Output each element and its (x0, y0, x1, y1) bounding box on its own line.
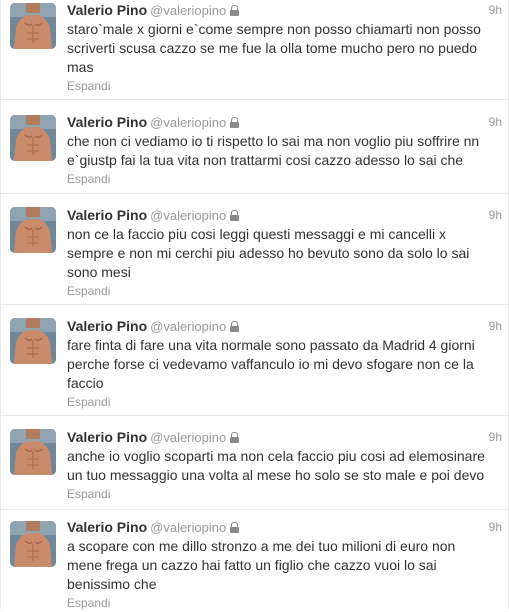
tweet-text: anche io voglio scoparti ma non cela fac… (67, 448, 485, 483)
tweet-text: non ce la faccio piu cosi leggi questi m… (67, 226, 470, 280)
tweet-header: Valerio Pino @valeriopino 9h (67, 205, 502, 225)
tweet-item[interactable]: Valerio Pino @valeriopino 9h anche io vog… (1, 417, 508, 510)
author-fullname[interactable]: Valerio Pino (67, 114, 147, 130)
tweet-item[interactable]: Valerio Pino @valeriopino 9h che non ci v… (1, 101, 508, 194)
tweet-timestamp[interactable]: 9h (489, 316, 502, 336)
tweet-item[interactable]: Valerio Pino @valeriopino 9h non ce la fa… (1, 195, 508, 305)
tweet-text: a scopare con me dillo stronzo a me dei … (67, 538, 456, 592)
author-username[interactable]: @valeriopino (150, 115, 226, 130)
avatar-image (10, 429, 56, 475)
tweet-text: che non ci vediamo io ti rispetto lo sai… (67, 133, 480, 168)
tweet-text: fare finta di fare una vita normale sono… (67, 337, 475, 391)
lock-icon (230, 117, 240, 128)
tweet-timestamp[interactable]: 9h (489, 427, 502, 447)
tweet-item[interactable]: Valerio Pino @valeriopino 9h a scopare co… (1, 511, 508, 612)
tweet-content: Valerio Pino @valeriopino 9h a scopare co… (67, 517, 502, 612)
author-username[interactable]: @valeriopino (150, 3, 226, 18)
avatar[interactable] (10, 115, 56, 161)
author-fullname[interactable]: Valerio Pino (67, 207, 147, 223)
expand-link[interactable]: Espandi (67, 487, 110, 501)
tweet-content: Valerio Pino @valeriopino 9h staro`male x… (67, 0, 502, 95)
expand-link[interactable]: Espandi (67, 79, 110, 93)
expand-link[interactable]: Espandi (67, 596, 110, 610)
avatar[interactable] (10, 3, 56, 49)
avatar[interactable] (10, 318, 56, 364)
lock-icon (230, 321, 240, 332)
tweet-content: Valerio Pino @valeriopino 9h fare finta d… (67, 316, 502, 411)
avatar-image (10, 207, 56, 253)
tweet-header: Valerio Pino @valeriopino 9h (67, 427, 502, 447)
expand-link[interactable]: Espandi (67, 284, 110, 298)
expand-link[interactable]: Espandi (67, 172, 110, 186)
tweet-content: Valerio Pino @valeriopino 9h anche io vog… (67, 427, 502, 503)
lock-icon (230, 5, 240, 16)
tweet-text: staro`male x giorni e`come sempre non po… (67, 21, 481, 75)
tweet-content: Valerio Pino @valeriopino 9h che non ci v… (67, 112, 502, 188)
avatar-image (10, 3, 56, 49)
tweet-header: Valerio Pino @valeriopino 9h (67, 0, 502, 20)
avatar[interactable] (10, 521, 56, 567)
tweet-content: Valerio Pino @valeriopino 9h non ce la fa… (67, 205, 502, 300)
author-fullname[interactable]: Valerio Pino (67, 2, 147, 18)
tweet-header: Valerio Pino @valeriopino 9h (67, 517, 502, 537)
lock-icon (230, 210, 240, 221)
tweet-timestamp[interactable]: 9h (489, 0, 502, 20)
avatar-image (10, 318, 56, 364)
expand-link[interactable]: Espandi (67, 395, 110, 409)
tweet-timeline: Valerio Pino @valeriopino 9h staro`male x… (0, 0, 509, 612)
avatar[interactable] (10, 429, 56, 475)
author-fullname[interactable]: Valerio Pino (67, 429, 147, 445)
avatar-image (10, 115, 56, 161)
tweet-header: Valerio Pino @valeriopino 9h (67, 316, 502, 336)
tweet-timestamp[interactable]: 9h (489, 205, 502, 225)
lock-icon (230, 432, 240, 443)
tweet-timestamp[interactable]: 9h (489, 517, 502, 537)
avatar[interactable] (10, 207, 56, 253)
author-username[interactable]: @valeriopino (150, 208, 226, 223)
author-username[interactable]: @valeriopino (150, 430, 226, 445)
tweet-header: Valerio Pino @valeriopino 9h (67, 112, 502, 132)
author-username[interactable]: @valeriopino (150, 520, 226, 535)
tweet-item[interactable]: Valerio Pino @valeriopino 9h staro`male x… (1, 0, 508, 100)
lock-icon (230, 522, 240, 533)
tweet-timestamp[interactable]: 9h (489, 112, 502, 132)
tweet-item[interactable]: Valerio Pino @valeriopino 9h fare finta d… (1, 306, 508, 416)
author-fullname[interactable]: Valerio Pino (67, 519, 147, 535)
author-fullname[interactable]: Valerio Pino (67, 318, 147, 334)
avatar-image (10, 521, 56, 567)
author-username[interactable]: @valeriopino (150, 319, 226, 334)
